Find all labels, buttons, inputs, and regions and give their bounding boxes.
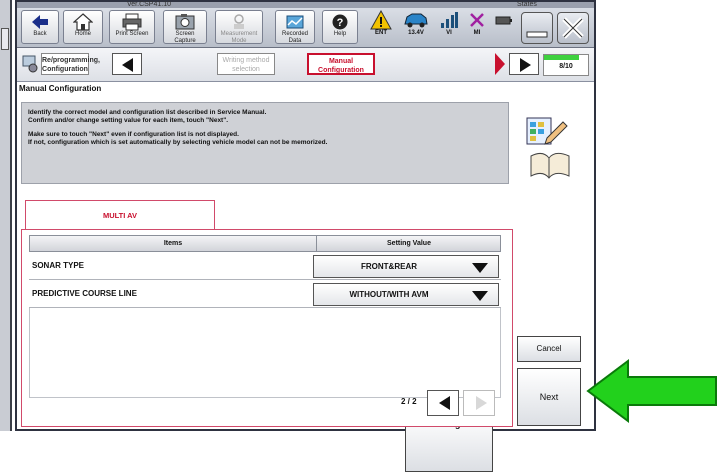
home-label: Home <box>74 31 91 37</box>
instruction-line-4: If not, configuration which is set autom… <box>28 139 328 146</box>
page-indicator: 2 / 2 <box>401 397 417 406</box>
screenshot-frame: Ver.CSP41.10 States Back Home Print Scre… <box>0 0 723 472</box>
signal-icon <box>437 10 461 30</box>
mi-status: MI <box>465 10 489 44</box>
callout-arrow-icon <box>586 359 717 423</box>
car-battery-icon <box>399 10 433 30</box>
table-header: Items Setting Value <box>29 235 501 252</box>
measurement-icon <box>216 13 262 31</box>
step-reprogramming-configuration: Re/programming, Configuration <box>41 53 100 75</box>
instruction-line-1: Identify the correct model and configura… <box>28 109 267 116</box>
left-edge-button[interactable] <box>1 28 9 50</box>
instruction-line-3: Make sure to touch "Next" even if config… <box>28 131 239 138</box>
tab-multi-av[interactable]: MULTI AV <box>25 200 215 230</box>
progress-text: 8/10 <box>559 63 573 70</box>
minimize-button[interactable] <box>521 12 553 44</box>
recorded-data-icon <box>276 13 314 31</box>
step-forward-button[interactable] <box>509 53 539 75</box>
instructions-box: Identify the correct model and configura… <box>21 102 509 184</box>
table-row: PREDICTIVE COURSE LINE WITHOUT/WITH AVM <box>29 281 501 308</box>
svg-text:?: ? <box>337 17 344 29</box>
step-writing-method-selection: Writing method selection <box>217 53 275 75</box>
dropdown-arrow-icon <box>472 263 488 273</box>
home-icon <box>64 13 102 31</box>
version-label: Ver.CSP41.10 <box>127 1 171 8</box>
close-icon <box>562 17 584 39</box>
right-arrow-icon <box>520 58 531 72</box>
vi-label: VI <box>446 30 452 36</box>
page-previous-button[interactable] <box>427 390 459 416</box>
battery-status: 13.4V <box>399 10 433 44</box>
left-arrow-icon <box>122 58 133 72</box>
select-value: WITHOUT/WITH AVM <box>349 290 429 299</box>
help-button[interactable]: ? Help <box>322 10 358 44</box>
recorded-data-label: Recorded Data <box>281 31 308 44</box>
screen-capture-button[interactable]: Screen Capture <box>163 10 207 44</box>
states-label: States <box>517 1 537 8</box>
right-arrow-icon <box>476 396 487 410</box>
progress-indicator: 8/10 <box>543 54 589 76</box>
step-arrow-icon <box>495 53 505 75</box>
back-button[interactable]: Back <box>21 10 59 44</box>
page-title: Manual Configuration <box>19 84 102 93</box>
printer-icon <box>110 13 154 31</box>
vi-status: VI <box>437 10 461 44</box>
table-row: SONAR TYPE FRONT&REAR <box>29 253 501 280</box>
predictive-course-line-select[interactable]: WITHOUT/WITH AVM <box>313 283 499 306</box>
step-bar: Re/programming, Configuration Writing me… <box>17 48 594 472</box>
page-next-button[interactable] <box>463 390 495 416</box>
voltage-label: 13.4V <box>408 30 424 36</box>
ent-label: ENT <box>375 30 387 36</box>
progress-fill <box>544 55 580 60</box>
consult-window: Ver.CSP41.10 States Back Home Print Scre… <box>15 0 596 472</box>
disconnected-icon <box>465 10 489 30</box>
back-label: Back <box>33 31 47 37</box>
measurement-mode-label: Measurement Mode <box>220 31 258 44</box>
camera-icon <box>164 13 206 31</box>
help-icon: ? <box>323 13 357 31</box>
cancel-button[interactable]: Cancel <box>517 336 581 362</box>
ent-status: ENT <box>367 9 395 44</box>
measurement-mode-button[interactable]: Measurement Mode <box>215 10 263 44</box>
battery-indicator <box>493 10 515 44</box>
left-arrow-icon <box>439 396 450 410</box>
row-item-name: PREDICTIVE COURSE LINE <box>32 289 137 298</box>
close-button[interactable] <box>557 12 589 44</box>
screen-capture-label: Screen Capture <box>174 31 196 44</box>
table-empty-area <box>29 308 501 398</box>
recorded-data-button[interactable]: Recorded Data <box>275 10 315 44</box>
print-screen-label: Print Screen <box>115 31 149 37</box>
sonar-type-select[interactable]: FRONT&REAR <box>313 255 499 278</box>
back-arrow-icon <box>22 13 58 31</box>
column-header-items: Items <box>163 240 183 247</box>
home-button[interactable]: Home <box>63 10 103 44</box>
battery-icon <box>493 10 515 30</box>
toolbar-top-strip: Ver.CSP41.10 States <box>17 1 594 8</box>
step-manual-configuration: Manual Configuration <box>307 53 375 75</box>
row-item-name: SONAR TYPE <box>32 261 85 270</box>
help-label: Help <box>333 31 347 37</box>
toolbar: Ver.CSP41.10 States Back Home Print Scre… <box>17 1 594 48</box>
left-window-edge <box>0 0 12 431</box>
step-back-button[interactable] <box>112 53 142 75</box>
print-screen-button[interactable]: Print Screen <box>109 10 155 44</box>
next-button[interactable]: Next <box>517 368 581 426</box>
configuration-icon <box>21 54 39 74</box>
instruction-line-2: Confirm and/or change setting value for … <box>28 117 229 124</box>
select-value: FRONT&REAR <box>361 262 417 271</box>
pager: 2 / 2 <box>401 390 497 416</box>
minimize-icon <box>526 31 548 38</box>
mi-label: MI <box>473 30 481 36</box>
warning-icon <box>367 9 395 30</box>
column-header-setting-value: Setting Value <box>316 236 501 251</box>
manual-book-icon <box>513 114 583 184</box>
dropdown-arrow-icon <box>472 291 488 301</box>
